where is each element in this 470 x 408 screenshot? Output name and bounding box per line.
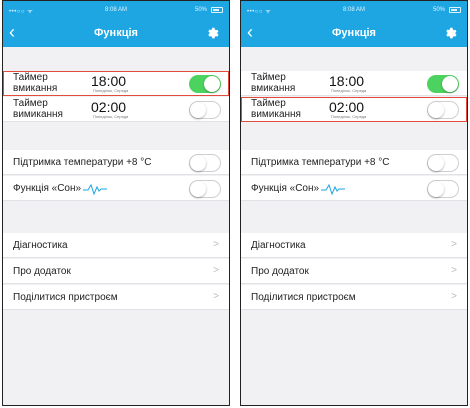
toggle-knob (190, 102, 206, 118)
about-label: Про додаток (13, 266, 71, 277)
menu-item-about[interactable]: Про додаток > (3, 259, 229, 284)
share-label: Поділитися пристроєм (13, 292, 118, 303)
chevron-right-icon: > (451, 291, 457, 302)
page-title: Функція (94, 27, 138, 39)
timer-off-time: 02:00 (329, 99, 365, 115)
battery-icon (211, 7, 223, 13)
timer-on-toggle[interactable] (427, 75, 459, 93)
temp-support-row[interactable]: Підтримка температури +8 °C (3, 150, 229, 175)
temp-support-row[interactable]: Підтримка температури +8 °C (241, 150, 467, 175)
chevron-right-icon: > (451, 239, 457, 250)
timer-off-row[interactable]: Таймер вимикання 02:00 Понеділок, Середа (3, 97, 229, 122)
status-bar: •••○○ ᯤ 8:08 AM 50% (3, 1, 229, 19)
timer-on-label: Таймер вмикання (13, 72, 58, 94)
timer-on-days: Понеділок, Середа (93, 88, 129, 93)
nav-bar: ‹ Функція (241, 19, 467, 47)
chevron-right-icon: > (451, 265, 457, 276)
timer-off-toggle[interactable] (427, 101, 459, 119)
phone-screen-right: •••○○ ᯤ 8:08 AM 50% ‹ Функція Таймер вми… (240, 0, 468, 406)
sleep-toggle[interactable] (189, 180, 221, 198)
timer-off-time: 02:00 (91, 99, 127, 115)
share-label: Поділитися пристроєм (251, 292, 356, 303)
menu-item-diagnostics[interactable]: Діагностика > (241, 233, 467, 258)
timer-on-toggle[interactable] (189, 75, 221, 93)
timer-on-row[interactable]: Таймер вмикання 18:00 Понеділок, Середа (3, 71, 229, 96)
sleep-label: Функція «Сон» (13, 183, 82, 194)
menu-item-diagnostics[interactable]: Діагностика > (3, 233, 229, 258)
timer-on-row[interactable]: Таймер вмикання 18:00 Понеділок, Середа (241, 71, 467, 96)
timer-off-label: Таймер вимикання (251, 98, 301, 120)
battery-percent: 50% (194, 7, 207, 13)
timer-off-days: Понеділок, Середа (331, 114, 367, 119)
chevron-right-icon: > (213, 239, 219, 250)
temp-support-toggle[interactable] (189, 154, 221, 172)
sleep-wave-icon (83, 183, 107, 196)
sleep-row[interactable]: Функція «Сон» (3, 176, 229, 201)
about-label: Про додаток (251, 266, 309, 277)
diagnostics-label: Діагностика (13, 240, 68, 251)
timer-on-time: 18:00 (329, 73, 365, 89)
battery-icon (449, 7, 461, 13)
page-title: Функція (332, 27, 376, 39)
sleep-wave-icon (321, 183, 345, 196)
toggle-knob (190, 181, 206, 197)
timer-on-label: Таймер вмикання (251, 72, 296, 94)
status-bar: •••○○ ᯤ 8:08 AM 50% (241, 1, 467, 19)
timer-on-time: 18:00 (91, 73, 127, 89)
nav-bar: ‹ Функція (3, 19, 229, 47)
toggle-knob (428, 181, 444, 197)
gear-icon[interactable] (206, 26, 220, 40)
toggle-knob (428, 102, 444, 118)
sleep-toggle[interactable] (427, 180, 459, 198)
timer-off-row[interactable]: Таймер вимикання 02:00 Понеділок, Середа (241, 97, 467, 122)
sleep-row[interactable]: Функція «Сон» (241, 176, 467, 201)
timer-off-days: Понеділок, Середа (93, 114, 129, 119)
phone-screen-left: •••○○ ᯤ 8:08 AM 50% ‹ Функція Таймер вми… (2, 0, 230, 406)
toggle-knob (204, 76, 220, 92)
menu-item-share[interactable]: Поділитися пристроєм > (3, 285, 229, 310)
temp-support-label: Підтримка температури +8 °C (251, 157, 390, 168)
toggle-knob (428, 155, 444, 171)
chevron-right-icon: > (213, 265, 219, 276)
temp-support-toggle[interactable] (427, 154, 459, 172)
timer-off-label: Таймер вимикання (13, 98, 63, 120)
battery-percent: 50% (432, 7, 445, 13)
toggle-knob (442, 76, 458, 92)
timer-off-toggle[interactable] (189, 101, 221, 119)
timer-on-days: Понеділок, Середа (331, 88, 367, 93)
toggle-knob (190, 155, 206, 171)
chevron-right-icon: > (213, 291, 219, 302)
menu-item-about[interactable]: Про додаток > (241, 259, 467, 284)
diagnostics-label: Діагностика (251, 240, 306, 251)
temp-support-label: Підтримка температури +8 °C (13, 157, 152, 168)
menu-item-share[interactable]: Поділитися пристроєм > (241, 285, 467, 310)
gear-icon[interactable] (444, 26, 458, 40)
sleep-label: Функція «Сон» (251, 183, 320, 194)
